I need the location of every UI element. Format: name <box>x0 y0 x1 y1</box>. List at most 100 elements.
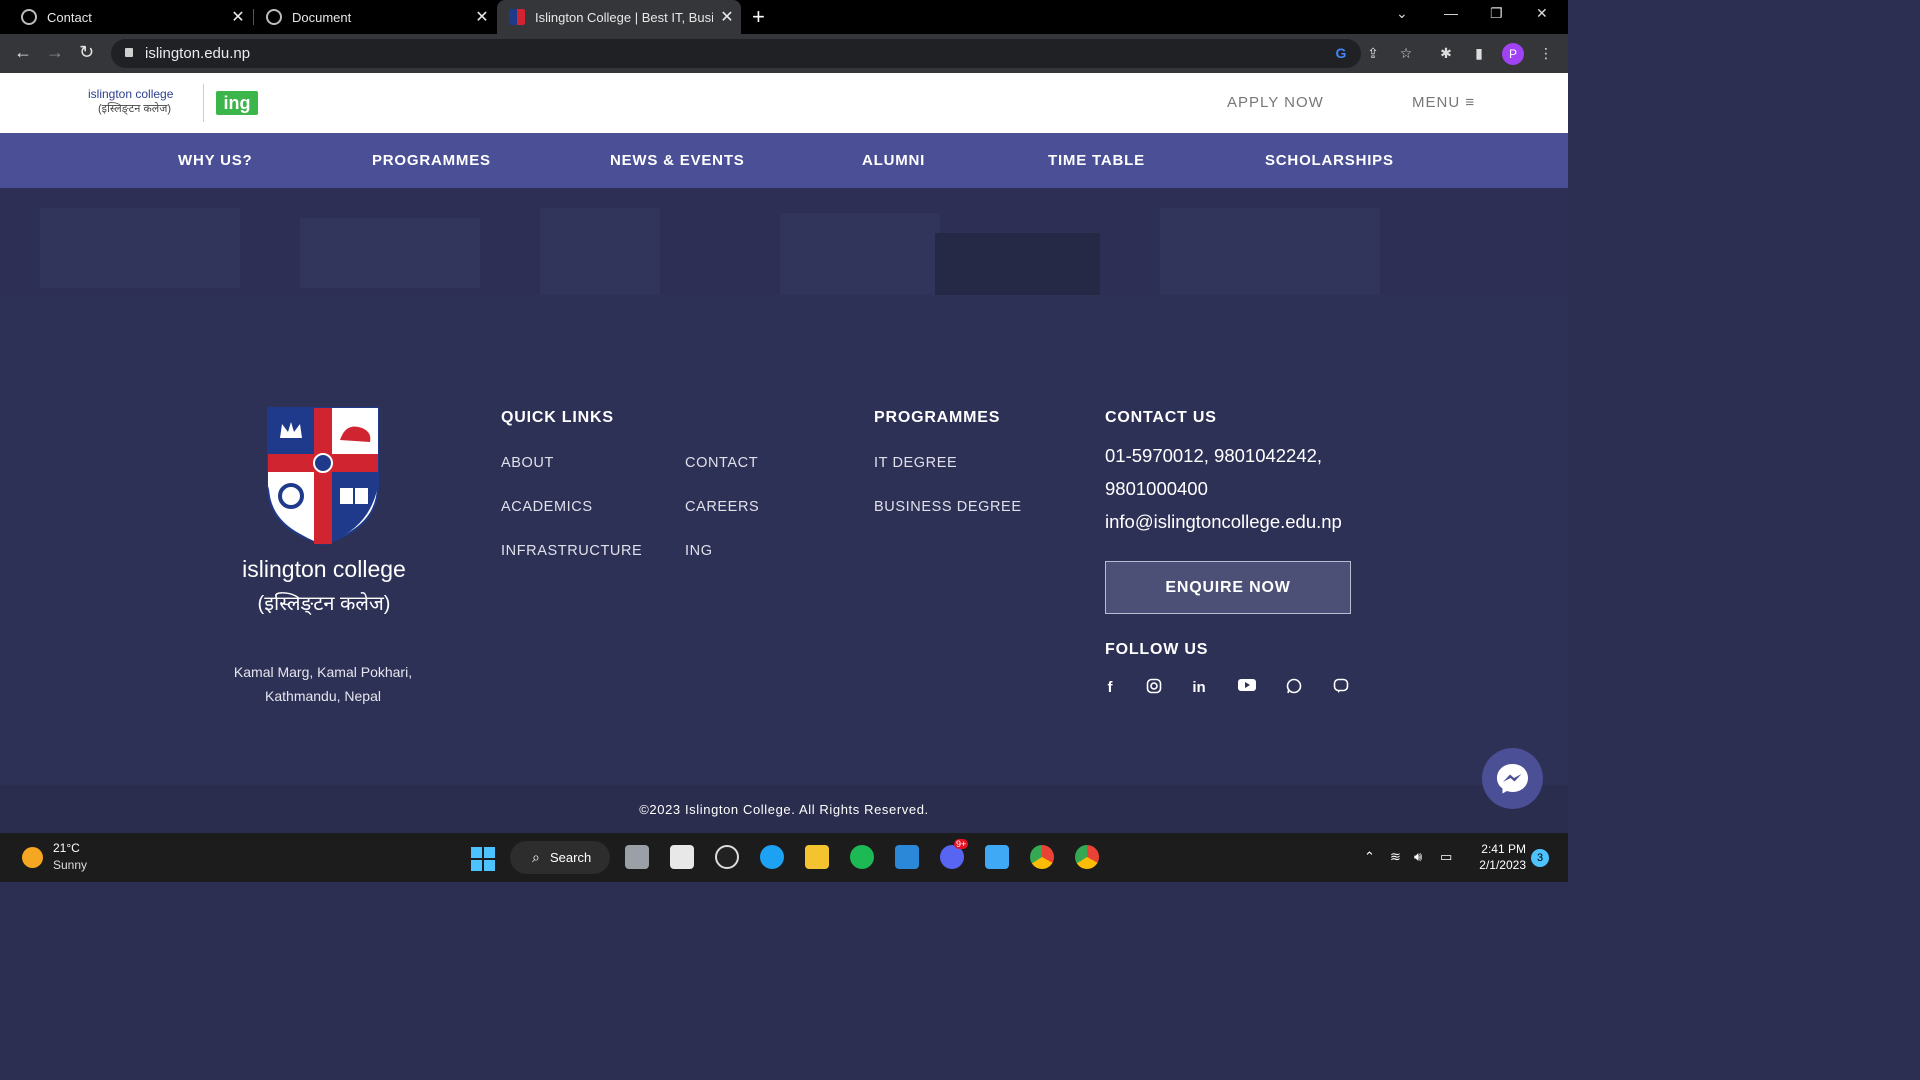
globe-icon <box>266 9 282 25</box>
browser-tab-islington[interactable]: Islington College | Best IT, Busine ✕ <box>497 0 741 34</box>
restore-icon[interactable]: ❐ <box>1490 5 1503 22</box>
footer-link-infrastructure[interactable]: INFRASTRUCTURE <box>501 543 642 559</box>
more-menu-icon[interactable]: ⋮ <box>1538 45 1554 61</box>
minimize-icon[interactable]: — <box>1444 5 1458 21</box>
microsoft-store-icon[interactable] <box>670 845 694 869</box>
share-icon[interactable]: ⇪ <box>1365 45 1381 61</box>
contact-phone-line-1[interactable]: 01-5970012, 9801042242, <box>1105 445 1322 467</box>
back-icon[interactable]: ← <box>14 42 32 63</box>
chrome-profile-icon[interactable] <box>1075 845 1099 869</box>
tab-title: Islington College | Best IT, Busine <box>535 9 713 25</box>
nav-time-table[interactable]: TIME TABLE <box>1048 152 1145 169</box>
college-crest-logo <box>267 407 379 546</box>
google-icon[interactable]: G <box>1333 45 1349 61</box>
copyright-text: ©2023 Islington College. All Rights Rese… <box>639 802 929 817</box>
follow-us-heading: FOLLOW US <box>1105 641 1209 658</box>
nav-programmes[interactable]: PROGRAMMES <box>372 152 491 169</box>
hero-background-image <box>0 188 1568 295</box>
battery-icon[interactable]: ▭ <box>1440 849 1452 865</box>
vscode-icon[interactable] <box>895 845 919 869</box>
footer-link-business-degree[interactable]: BUSINESS DEGREE <box>874 499 1022 515</box>
lock-icon <box>125 48 133 57</box>
reload-icon[interactable]: ↻ <box>79 42 94 63</box>
volume-icon[interactable]: 🔊︎ <box>1414 849 1422 865</box>
side-panel-icon[interactable]: ▮ <box>1471 45 1487 61</box>
menu-button[interactable]: MENU ≡ <box>1412 94 1475 111</box>
extensions-icon[interactable]: ✱ <box>1438 45 1454 61</box>
footer-link-ing[interactable]: ING <box>685 543 713 559</box>
footer-college-name: islington college <box>242 556 406 582</box>
nav-why-us[interactable]: WHY US? <box>178 152 253 169</box>
show-hidden-icons-icon[interactable]: ⌃ <box>1364 849 1375 865</box>
contact-email[interactable]: info@islingtoncollege.edu.np <box>1105 511 1342 533</box>
notification-badge[interactable]: 3 <box>1531 849 1549 867</box>
tab-title: Contact <box>47 9 92 25</box>
logo-devanagari-text: (इस्लिङ्टन कलेज) <box>98 103 172 115</box>
browser-tab-contact[interactable]: Contact ✕ <box>0 0 252 34</box>
close-tab-icon[interactable]: ✕ <box>713 7 741 27</box>
discord-icon[interactable]: 9+ <box>940 839 969 869</box>
linkedin-icon[interactable]: in <box>1189 678 1209 698</box>
tab-search-chevron-icon[interactable]: ⌄ <box>1396 5 1408 22</box>
messenger-icon <box>1497 764 1528 794</box>
close-tab-icon[interactable]: ✕ <box>224 7 252 27</box>
nav-news-events[interactable]: NEWS & EVENTS <box>610 152 745 169</box>
footer-college-devanagari: (इस्लिङ्टन कलेज) <box>257 593 391 615</box>
weather-description[interactable]: Sunny <box>53 858 87 872</box>
forward-icon[interactable]: → <box>46 42 64 63</box>
apply-now-link[interactable]: APPLY NOW <box>1227 94 1324 111</box>
globe-icon <box>21 9 37 25</box>
windows-taskbar: 21°C Sunny ⌕ Search 9+ ⌃ ≋ 🔊︎ ▭ 2:41 PM … <box>0 833 1568 882</box>
task-view-icon[interactable] <box>625 845 649 869</box>
instagram-icon[interactable] <box>1144 678 1164 698</box>
windows-start-icon[interactable] <box>471 847 495 871</box>
dell-icon[interactable] <box>715 845 739 869</box>
edge-icon[interactable] <box>760 845 784 869</box>
address-bar[interactable]: islington.edu.np G <box>111 39 1361 68</box>
sun-icon[interactable] <box>22 847 43 868</box>
viber-icon[interactable] <box>1331 678 1351 698</box>
footer-link-careers[interactable]: CAREERS <box>685 499 759 515</box>
taskbar-clock[interactable]: 2:41 PM 2/1/2023 <box>1476 841 1526 873</box>
address-line-2: Kathmandu, Nepal <box>265 688 381 704</box>
close-window-icon[interactable]: ✕ <box>1536 5 1548 22</box>
main-navigation: WHY US? PROGRAMMES NEWS & EVENTS ALUMNI … <box>0 133 1568 188</box>
file-explorer-icon[interactable] <box>805 845 829 869</box>
wifi-icon[interactable]: ≋ <box>1390 849 1401 865</box>
logo-divider <box>203 84 204 122</box>
discord-badge: 9+ <box>954 839 969 849</box>
close-tab-icon[interactable]: ✕ <box>468 7 496 27</box>
new-tab-icon[interactable]: + <box>752 4 765 30</box>
notepad-icon[interactable] <box>985 845 1009 869</box>
url-text: islington.edu.np <box>145 45 251 62</box>
weather-temperature[interactable]: 21°C <box>53 841 80 855</box>
enquire-now-button[interactable]: ENQUIRE NOW <box>1105 561 1351 614</box>
crest-favicon-icon <box>509 9 525 25</box>
messenger-chat-button[interactable] <box>1482 748 1543 809</box>
footer-link-it-degree[interactable]: IT DEGREE <box>874 455 957 471</box>
whatsapp-icon[interactable] <box>1284 678 1304 698</box>
copyright-bar: ©2023 Islington College. All Rights Rese… <box>0 785 1568 833</box>
facebook-icon[interactable]: f <box>1100 678 1120 698</box>
youtube-icon[interactable] <box>1237 678 1257 698</box>
footer-link-academics[interactable]: ACADEMICS <box>501 499 593 515</box>
ing-logo[interactable]: ing <box>216 91 258 115</box>
quick-links-heading: QUICK LINKS <box>501 409 614 426</box>
browser-toolbar: ← → ↻ islington.edu.np G ⇪ ☆ ✱ ▮ ⋮ <box>0 34 1568 73</box>
spotify-icon[interactable] <box>850 845 874 869</box>
nav-scholarships[interactable]: SCHOLARSHIPS <box>1265 152 1394 169</box>
logo-brand-text: islington college <box>88 87 174 101</box>
browser-tab-document[interactable]: Document ✕ <box>254 0 496 34</box>
search-label: Search <box>550 850 592 865</box>
footer-link-contact[interactable]: CONTACT <box>685 455 758 471</box>
profile-avatar[interactable]: P <box>1502 43 1524 65</box>
footer-link-about[interactable]: ABOUT <box>501 455 554 471</box>
contact-phone-line-2[interactable]: 9801000400 <box>1105 478 1208 500</box>
footer-address: Kamal Marg, Kamal Pokhari, Kathmandu, Ne… <box>213 660 433 708</box>
tab-title: Document <box>292 9 352 25</box>
taskbar-search[interactable]: ⌕ Search <box>510 841 610 874</box>
chrome-icon[interactable] <box>1030 845 1054 869</box>
islington-logo[interactable]: islington college (इस्लिङ्टन कलेज) <box>88 87 173 117</box>
nav-alumni[interactable]: ALUMNI <box>862 152 925 169</box>
bookmark-star-icon[interactable]: ☆ <box>1398 45 1414 61</box>
